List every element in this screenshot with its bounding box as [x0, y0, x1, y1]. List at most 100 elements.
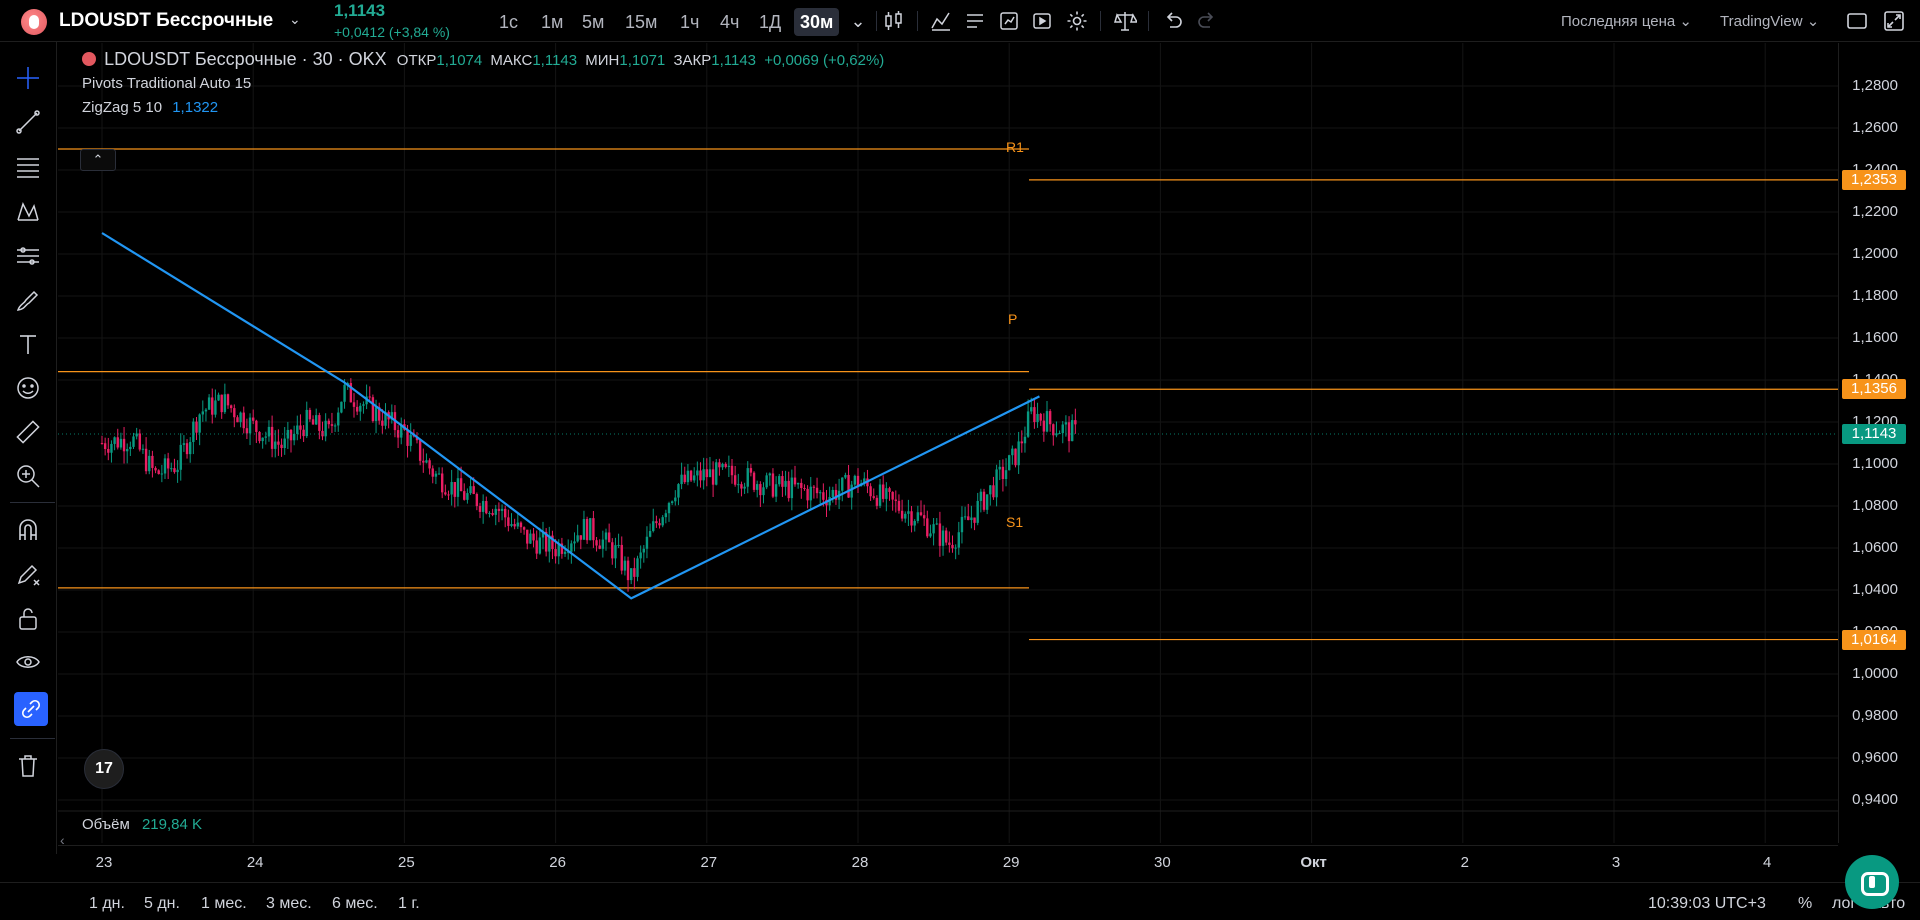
- emoji-icon[interactable]: [14, 374, 42, 402]
- collapse-legend-button[interactable]: ⌃: [80, 149, 116, 171]
- indicator-pivots[interactable]: Pivots Traditional Auto 15: [82, 75, 251, 92]
- price-chart[interactable]: [58, 43, 1838, 843]
- candle-body: [1011, 448, 1014, 456]
- timeframe-1m[interactable]: 1м: [535, 8, 569, 36]
- percent-toggle[interactable]: %: [1798, 895, 1812, 913]
- candle-body: [554, 549, 557, 557]
- timeframe-1h[interactable]: 1ч: [674, 8, 705, 36]
- redo-icon[interactable]: [1195, 9, 1219, 33]
- trash-icon[interactable]: [14, 752, 42, 780]
- timeframe-5m[interactable]: 5м: [576, 8, 610, 36]
- candle-body: [617, 544, 620, 546]
- candle-body: [327, 420, 330, 425]
- lock-icon[interactable]: [14, 604, 42, 632]
- ruler-icon[interactable]: [14, 418, 42, 446]
- fullscreen-icon[interactable]: [1882, 9, 1906, 33]
- alert-icon[interactable]: [997, 9, 1021, 33]
- range-5d[interactable]: 5 дн.: [144, 895, 180, 913]
- settings-gear-icon[interactable]: [1065, 9, 1089, 33]
- candle-body: [229, 405, 233, 409]
- timeframe-dropdown-icon[interactable]: ⌄: [846, 9, 870, 33]
- candle-body: [1064, 422, 1068, 425]
- candle-body: [730, 465, 734, 476]
- divider: [1148, 11, 1149, 31]
- indicator-templates-icon[interactable]: [963, 9, 987, 33]
- brush-icon[interactable]: [14, 286, 42, 314]
- range-1m[interactable]: 1 мес.: [201, 895, 247, 913]
- clock-timezone[interactable]: 10:39:03 UTC+3: [1648, 895, 1766, 913]
- candle-body: [680, 474, 683, 485]
- price-source-label: Последняя цена: [1561, 13, 1676, 30]
- pattern-icon[interactable]: [14, 198, 42, 226]
- candle-body: [670, 501, 674, 504]
- range-1y[interactable]: 1 г.: [398, 895, 420, 913]
- candle-body: [1030, 407, 1033, 412]
- timeframe-1d[interactable]: 1Д: [753, 8, 787, 36]
- chevron-down-icon[interactable]: ⌄: [289, 11, 301, 28]
- timeframe-4h[interactable]: 4ч: [714, 8, 745, 36]
- candle-body: [289, 429, 293, 441]
- indicators-icon[interactable]: [929, 9, 953, 33]
- text-icon[interactable]: [14, 330, 42, 358]
- candle-body: [144, 448, 148, 472]
- candle-body: [762, 487, 765, 496]
- tradingview-logo[interactable]: 17: [84, 749, 124, 789]
- candle-body: [737, 484, 740, 486]
- candle-body: [359, 405, 362, 412]
- chart-engine-dropdown[interactable]: TradingView ⌄: [1720, 12, 1819, 30]
- undo-icon[interactable]: [1161, 9, 1185, 33]
- forecasting-icon[interactable]: [14, 242, 42, 270]
- link-icon[interactable]: [14, 692, 48, 726]
- zoom-in-icon[interactable]: [14, 462, 42, 490]
- price-badge-s1: 1,0164: [1842, 629, 1906, 650]
- candle-body: [585, 519, 589, 541]
- replay-icon[interactable]: [1030, 9, 1054, 33]
- candle-body: [787, 480, 790, 499]
- legend-symbol[interactable]: LDOUSDT Бессрочные · 30 · OKX: [104, 49, 386, 69]
- candle-body: [472, 486, 475, 494]
- drawing-mode-icon[interactable]: [14, 560, 42, 588]
- indicator-zigzag[interactable]: ZigZag 5 10 1,1322: [82, 99, 218, 116]
- range-3m[interactable]: 3 мес.: [266, 895, 312, 913]
- candle-body: [214, 400, 217, 415]
- legend-low-value: 1,1071: [619, 52, 666, 69]
- candle-body: [516, 522, 519, 527]
- time-axis[interactable]: 23 24 25 26 27 28 29 30 Окт 2 3 4: [58, 845, 1838, 881]
- candle-body: [1048, 411, 1052, 425]
- range-6m[interactable]: 6 мес.: [332, 895, 378, 913]
- candle-body: [103, 443, 107, 450]
- candle-body: [437, 473, 441, 475]
- candle-body: [648, 531, 652, 537]
- price-axis[interactable]: 1,28001,26001,24001,22001,20001,18001,16…: [1838, 43, 1920, 843]
- timeframe-1s[interactable]: 1с: [493, 8, 524, 36]
- candle-body: [374, 407, 378, 422]
- timeframe-15m[interactable]: 15м: [619, 8, 663, 36]
- chart-area[interactable]: LDOUSDT Бессрочные · 30 · OKX ОТКР1,1074…: [58, 43, 1838, 843]
- candle-body: [768, 473, 771, 476]
- timeframe-30m[interactable]: 30м: [794, 8, 840, 36]
- volume-legend[interactable]: Объём 219,84 K: [82, 816, 202, 833]
- range-1d[interactable]: 1 дн.: [89, 895, 125, 913]
- candle-body: [198, 414, 201, 433]
- candle-body: [1026, 411, 1030, 437]
- candles-icon[interactable]: [882, 9, 906, 33]
- trend-line-icon[interactable]: [14, 108, 42, 136]
- candle-body: [570, 543, 573, 552]
- compare-scales-icon[interactable]: [1113, 9, 1139, 33]
- fib-retracement-icon[interactable]: [14, 153, 42, 181]
- magnet-icon[interactable]: [14, 516, 42, 544]
- time-tick-label: 27: [700, 854, 718, 871]
- candle-body: [340, 401, 343, 413]
- candle-body: [582, 519, 586, 540]
- support-chat-button[interactable]: [1845, 855, 1899, 909]
- eye-icon[interactable]: [14, 648, 42, 676]
- candle-body: [538, 537, 542, 554]
- layout-icon[interactable]: [1845, 9, 1869, 33]
- candle-body: [989, 485, 992, 495]
- candle-body: [642, 548, 645, 553]
- crosshair-icon[interactable]: [14, 64, 42, 92]
- candle-body: [296, 425, 299, 434]
- price-source-dropdown[interactable]: Последняя цена ⌄: [1561, 12, 1692, 30]
- candle-body: [1039, 413, 1042, 421]
- symbol-name[interactable]: LDOUSDT Бессрочные: [59, 10, 273, 32]
